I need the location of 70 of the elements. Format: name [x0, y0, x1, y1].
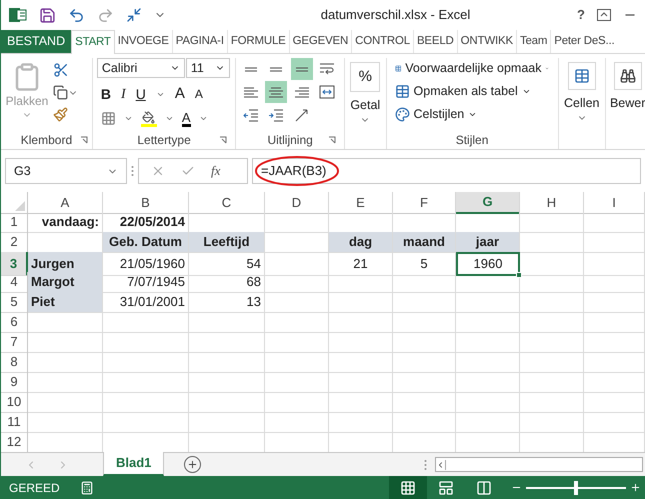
table-cell: 1960: [456, 252, 520, 276]
ribbon-tab[interactable]: ONTWIKK: [458, 30, 517, 53]
table-cell: Leeftijd: [189, 232, 265, 252]
sheet-tab[interactable]: Blad1: [103, 452, 164, 476]
table-cell: 21: [329, 252, 393, 276]
group-label: Klembord: [20, 132, 72, 149]
ribbon-tab[interactable]: BEELD: [414, 30, 458, 53]
shrink-font-button[interactable]: A: [194, 85, 203, 104]
row-header[interactable]: 9: [1, 372, 28, 392]
table-cell: 13: [189, 292, 265, 312]
table-cell: dag: [329, 232, 393, 252]
name-box[interactable]: G3: [5, 158, 127, 184]
table-cell: vandaag:: [28, 212, 103, 232]
user-name[interactable]: Peter DeS...: [551, 30, 618, 53]
bold-button[interactable]: B: [100, 84, 112, 105]
style-menu-button[interactable]: Celstijlen: [394, 104, 550, 124]
file-tab[interactable]: BESTAND: [1, 30, 72, 53]
table-cell: 54: [189, 252, 265, 276]
table-cell: Geb. Datum: [103, 232, 189, 252]
column-header[interactable]: C: [189, 192, 265, 214]
font-color-button[interactable]: A: [182, 110, 191, 126]
column-header[interactable]: E: [329, 192, 393, 214]
italic-button[interactable]: I: [121, 84, 126, 105]
table-cell: 21/05/1960: [103, 252, 189, 276]
row-header[interactable]: 11: [1, 412, 28, 432]
number-button[interactable]: Getal: [350, 96, 380, 115]
group-label: Lettertype: [137, 132, 191, 149]
ribbon-tab[interactable]: Team: [516, 30, 552, 53]
table-cell: 68: [189, 272, 265, 292]
table-cell: maand: [393, 232, 456, 252]
insert-function-button[interactable]: fx: [211, 161, 220, 181]
group-label: Uitlijning: [267, 132, 313, 149]
group-label: Stijlen: [456, 132, 488, 149]
ribbon-tab[interactable]: START: [71, 30, 115, 54]
ribbon-tab[interactable]: FORMULE: [228, 30, 290, 53]
font-field[interactable]: Calibri: [96, 58, 185, 78]
ribbon-tab[interactable]: CONTROL: [352, 30, 414, 53]
underline-button[interactable]: U: [136, 84, 146, 105]
ribbon-tab[interactable]: GEGEVEN: [290, 30, 352, 53]
table-cell: Piet: [28, 292, 103, 312]
column-header[interactable]: A: [28, 192, 103, 214]
row-header[interactable]: 3: [1, 252, 28, 276]
window-title: datumverschil.xlsx - Excel: [320, 6, 472, 24]
table-cell: 31/01/2001: [103, 292, 189, 312]
row-header[interactable]: 7: [1, 332, 28, 352]
cells-button[interactable]: Cellen: [564, 94, 600, 113]
ribbon-tab[interactable]: PAGINA-I: [172, 30, 228, 53]
table-cell: Margot: [28, 272, 103, 292]
font-size-field[interactable]: 11: [186, 58, 230, 78]
row-header[interactable]: 10: [1, 392, 28, 412]
row-header[interactable]: 6: [1, 312, 28, 332]
table-cell: 7/07/1945: [103, 272, 189, 292]
row-header[interactable]: 8: [1, 352, 28, 372]
table-cell: jaar: [456, 232, 520, 252]
grow-font-button[interactable]: A: [174, 83, 185, 106]
row-header[interactable]: 1: [1, 212, 28, 232]
percent-button[interactable]: %: [350, 62, 380, 92]
table-cell: 5: [393, 252, 456, 276]
help-button[interactable]: ?: [577, 5, 585, 25]
column-header[interactable]: I: [584, 192, 645, 214]
style-menu-button[interactable]: Opmaken als tabel: [394, 81, 550, 101]
editing-button[interactable]: Bewer: [610, 94, 645, 113]
column-header[interactable]: G: [456, 192, 520, 214]
ribbon-tab[interactable]: INVOEGE: [114, 30, 173, 53]
column-header[interactable]: B: [103, 192, 189, 214]
status-text: GEREED: [8, 480, 60, 496]
column-header[interactable]: D: [265, 192, 329, 214]
formula-field[interactable]: =JAAR(B3): [252, 158, 641, 184]
style-menu-button[interactable]: Voorwaardelijke opmaak: [394, 58, 550, 78]
column-header[interactable]: H: [520, 192, 584, 214]
